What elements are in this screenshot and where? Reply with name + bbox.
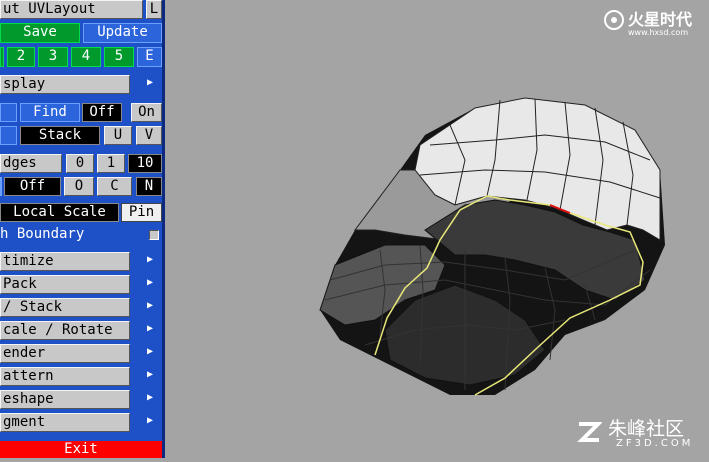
- display-menu[interactable]: splay: [0, 75, 130, 94]
- pattern-menu[interactable]: attern: [0, 367, 130, 386]
- segment-arrow-icon[interactable]: ▶: [147, 415, 153, 426]
- reshape-menu[interactable]: eshape: [0, 390, 130, 409]
- off-row-left[interactable]: [0, 177, 2, 196]
- edges-1-button[interactable]: 1: [97, 154, 125, 173]
- find-off-button[interactable]: Off: [82, 103, 122, 122]
- reshape-arrow-icon[interactable]: ▶: [147, 392, 153, 403]
- render-menu[interactable]: ender: [0, 344, 130, 363]
- hxsd-cn-text: 火星时代: [628, 10, 693, 29]
- update-button[interactable]: Update: [83, 23, 162, 43]
- hxsd-url-text: www.hxsd.com: [628, 28, 689, 37]
- c-button[interactable]: C: [97, 177, 132, 196]
- pin-button[interactable]: Pin: [121, 203, 162, 222]
- off-button[interactable]: Off: [4, 177, 61, 196]
- window-title: ut UVLayout: [0, 0, 143, 19]
- optimize-arrow-icon[interactable]: ▶: [147, 254, 153, 265]
- tab-4[interactable]: 4: [71, 47, 101, 67]
- tab-e[interactable]: E: [137, 47, 162, 67]
- stack-arrow-icon[interactable]: ▶: [147, 300, 153, 311]
- pattern-arrow-icon[interactable]: ▶: [147, 369, 153, 380]
- exit-button[interactable]: Exit: [0, 441, 162, 458]
- o-button[interactable]: O: [64, 177, 94, 196]
- uv-mesh-model: [319, 97, 665, 396]
- stack-button[interactable]: Stack: [20, 126, 100, 145]
- segment-menu[interactable]: gment: [0, 413, 130, 432]
- tab-3[interactable]: 3: [38, 47, 68, 67]
- find-on-button[interactable]: On: [131, 103, 162, 122]
- tab-2[interactable]: 2: [7, 47, 35, 67]
- stack-mode-left[interactable]: [0, 126, 17, 145]
- scale-rotate-menu[interactable]: cale / Rotate: [0, 321, 130, 340]
- find-mode-left[interactable]: [0, 103, 17, 122]
- v-button[interactable]: V: [136, 126, 162, 145]
- local-scale-button[interactable]: Local Scale: [0, 203, 119, 222]
- edges-label: dges: [0, 154, 62, 173]
- zf3d-en-text: ZF3D.COM: [616, 438, 694, 449]
- boundary-label: h Boundary: [0, 226, 85, 242]
- hxsd-logo-icon: [604, 10, 624, 30]
- u-button[interactable]: U: [104, 126, 132, 145]
- display-arrow-icon[interactable]: ▶: [147, 77, 153, 88]
- save-button[interactable]: Save: [0, 23, 80, 43]
- uvlayout-side-panel: ut UVLayout L Save Update 2 3 4 5 E spla…: [0, 0, 162, 458]
- zf3d-watermark: 朱峰社区 ZF3D.COM: [576, 414, 704, 454]
- find-button[interactable]: Find: [20, 103, 80, 122]
- title-corner-button[interactable]: L: [146, 0, 162, 19]
- tab-5[interactable]: 5: [104, 47, 134, 67]
- scale-rotate-arrow-icon[interactable]: ▶: [147, 323, 153, 334]
- edges-10-button[interactable]: 10: [128, 154, 162, 173]
- pack-menu[interactable]: Pack: [0, 275, 130, 294]
- zf3d-logo-icon: [577, 422, 602, 442]
- pack-arrow-icon[interactable]: ▶: [147, 277, 153, 288]
- stack-menu[interactable]: / Stack: [0, 298, 130, 317]
- tab-1[interactable]: [0, 47, 4, 67]
- hxsd-watermark: 火星时代 www.hxsd.com: [602, 6, 702, 40]
- zf3d-cn-text: 朱峰社区: [608, 418, 685, 440]
- boundary-checkbox[interactable]: [149, 230, 159, 240]
- optimize-menu[interactable]: timize: [0, 252, 130, 271]
- 3d-viewport[interactable]: [165, 0, 709, 458]
- edges-0-button[interactable]: 0: [66, 154, 94, 173]
- n-button[interactable]: N: [136, 177, 162, 196]
- render-arrow-icon[interactable]: ▶: [147, 346, 153, 357]
